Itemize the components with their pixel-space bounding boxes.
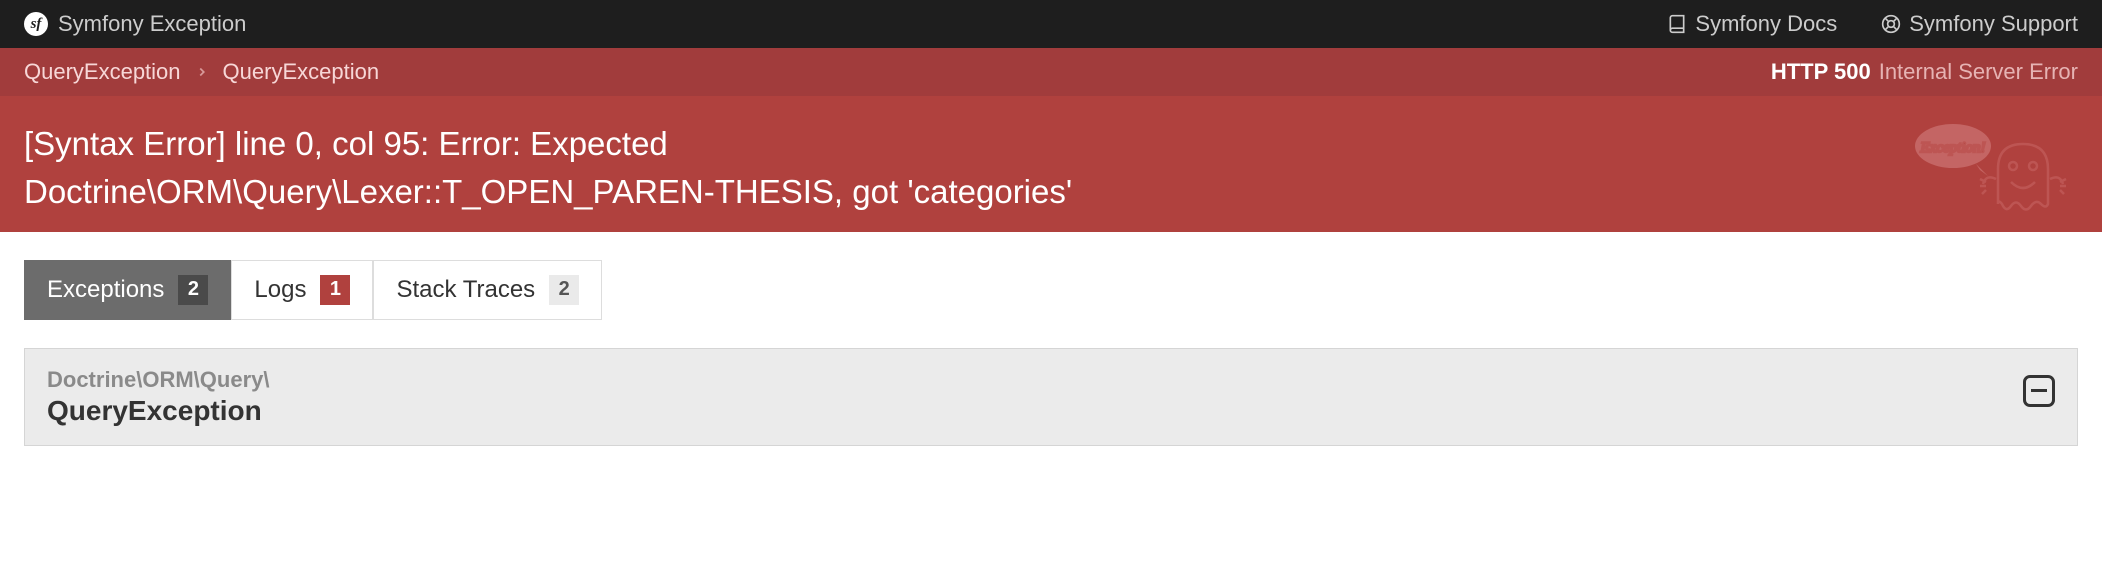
tab-label: Logs: [254, 276, 306, 304]
tab-label: Stack Traces: [396, 276, 535, 304]
ghost-bubble-text: Exception!: [1920, 140, 1986, 156]
header-links: Symfony Docs Symfony Support: [1667, 11, 2078, 37]
tab-label: Exceptions: [47, 276, 164, 304]
tab-exceptions[interactable]: Exceptions 2: [24, 260, 231, 320]
http-status-text: Internal Server Error: [1879, 59, 2078, 85]
docs-link-label: Symfony Docs: [1695, 11, 1837, 37]
header-brand: sf Symfony Exception: [24, 11, 246, 37]
collapse-button[interactable]: [2023, 375, 2055, 407]
life-ring-icon: [1881, 14, 1901, 34]
support-link[interactable]: Symfony Support: [1881, 11, 2078, 37]
symfony-logo-icon: sf: [24, 12, 48, 36]
book-icon: [1667, 14, 1687, 34]
support-link-label: Symfony Support: [1909, 11, 2078, 37]
error-message: [Syntax Error] line 0, col 95: Error: Ex…: [24, 120, 1144, 216]
ghost-illustration-icon: Exception!: [1898, 114, 2078, 224]
breadcrumb-bar: QueryException QueryException HTTP 500 I…: [0, 48, 2102, 96]
breadcrumb-item[interactable]: QueryException: [24, 59, 181, 85]
tab-logs[interactable]: Logs 1: [231, 260, 373, 320]
http-status: HTTP 500 Internal Server Error: [1771, 59, 2078, 85]
exception-namespace: Doctrine\ORM\Query\: [47, 367, 2055, 393]
main-content: Exceptions 2 Logs 1 Stack Traces 2 Doctr…: [0, 232, 2102, 474]
exception-card: Doctrine\ORM\Query\ QueryException: [24, 348, 2078, 446]
docs-link[interactable]: Symfony Docs: [1667, 11, 1837, 37]
tab-badge: 2: [549, 275, 579, 305]
tabs-bar: Exceptions 2 Logs 1 Stack Traces 2: [24, 260, 2078, 320]
tab-badge: 1: [320, 275, 350, 305]
breadcrumb-item[interactable]: QueryException: [223, 59, 380, 85]
tab-stack-traces[interactable]: Stack Traces 2: [373, 260, 602, 320]
header-title: Symfony Exception: [58, 11, 246, 37]
tab-badge: 2: [178, 275, 208, 305]
error-banner: [Syntax Error] line 0, col 95: Error: Ex…: [0, 96, 2102, 232]
chevron-right-icon: [195, 65, 209, 79]
app-header: sf Symfony Exception Symfony Docs Symfon…: [0, 0, 2102, 48]
http-status-code: HTTP 500: [1771, 59, 1871, 85]
exception-class: QueryException: [47, 395, 2055, 427]
